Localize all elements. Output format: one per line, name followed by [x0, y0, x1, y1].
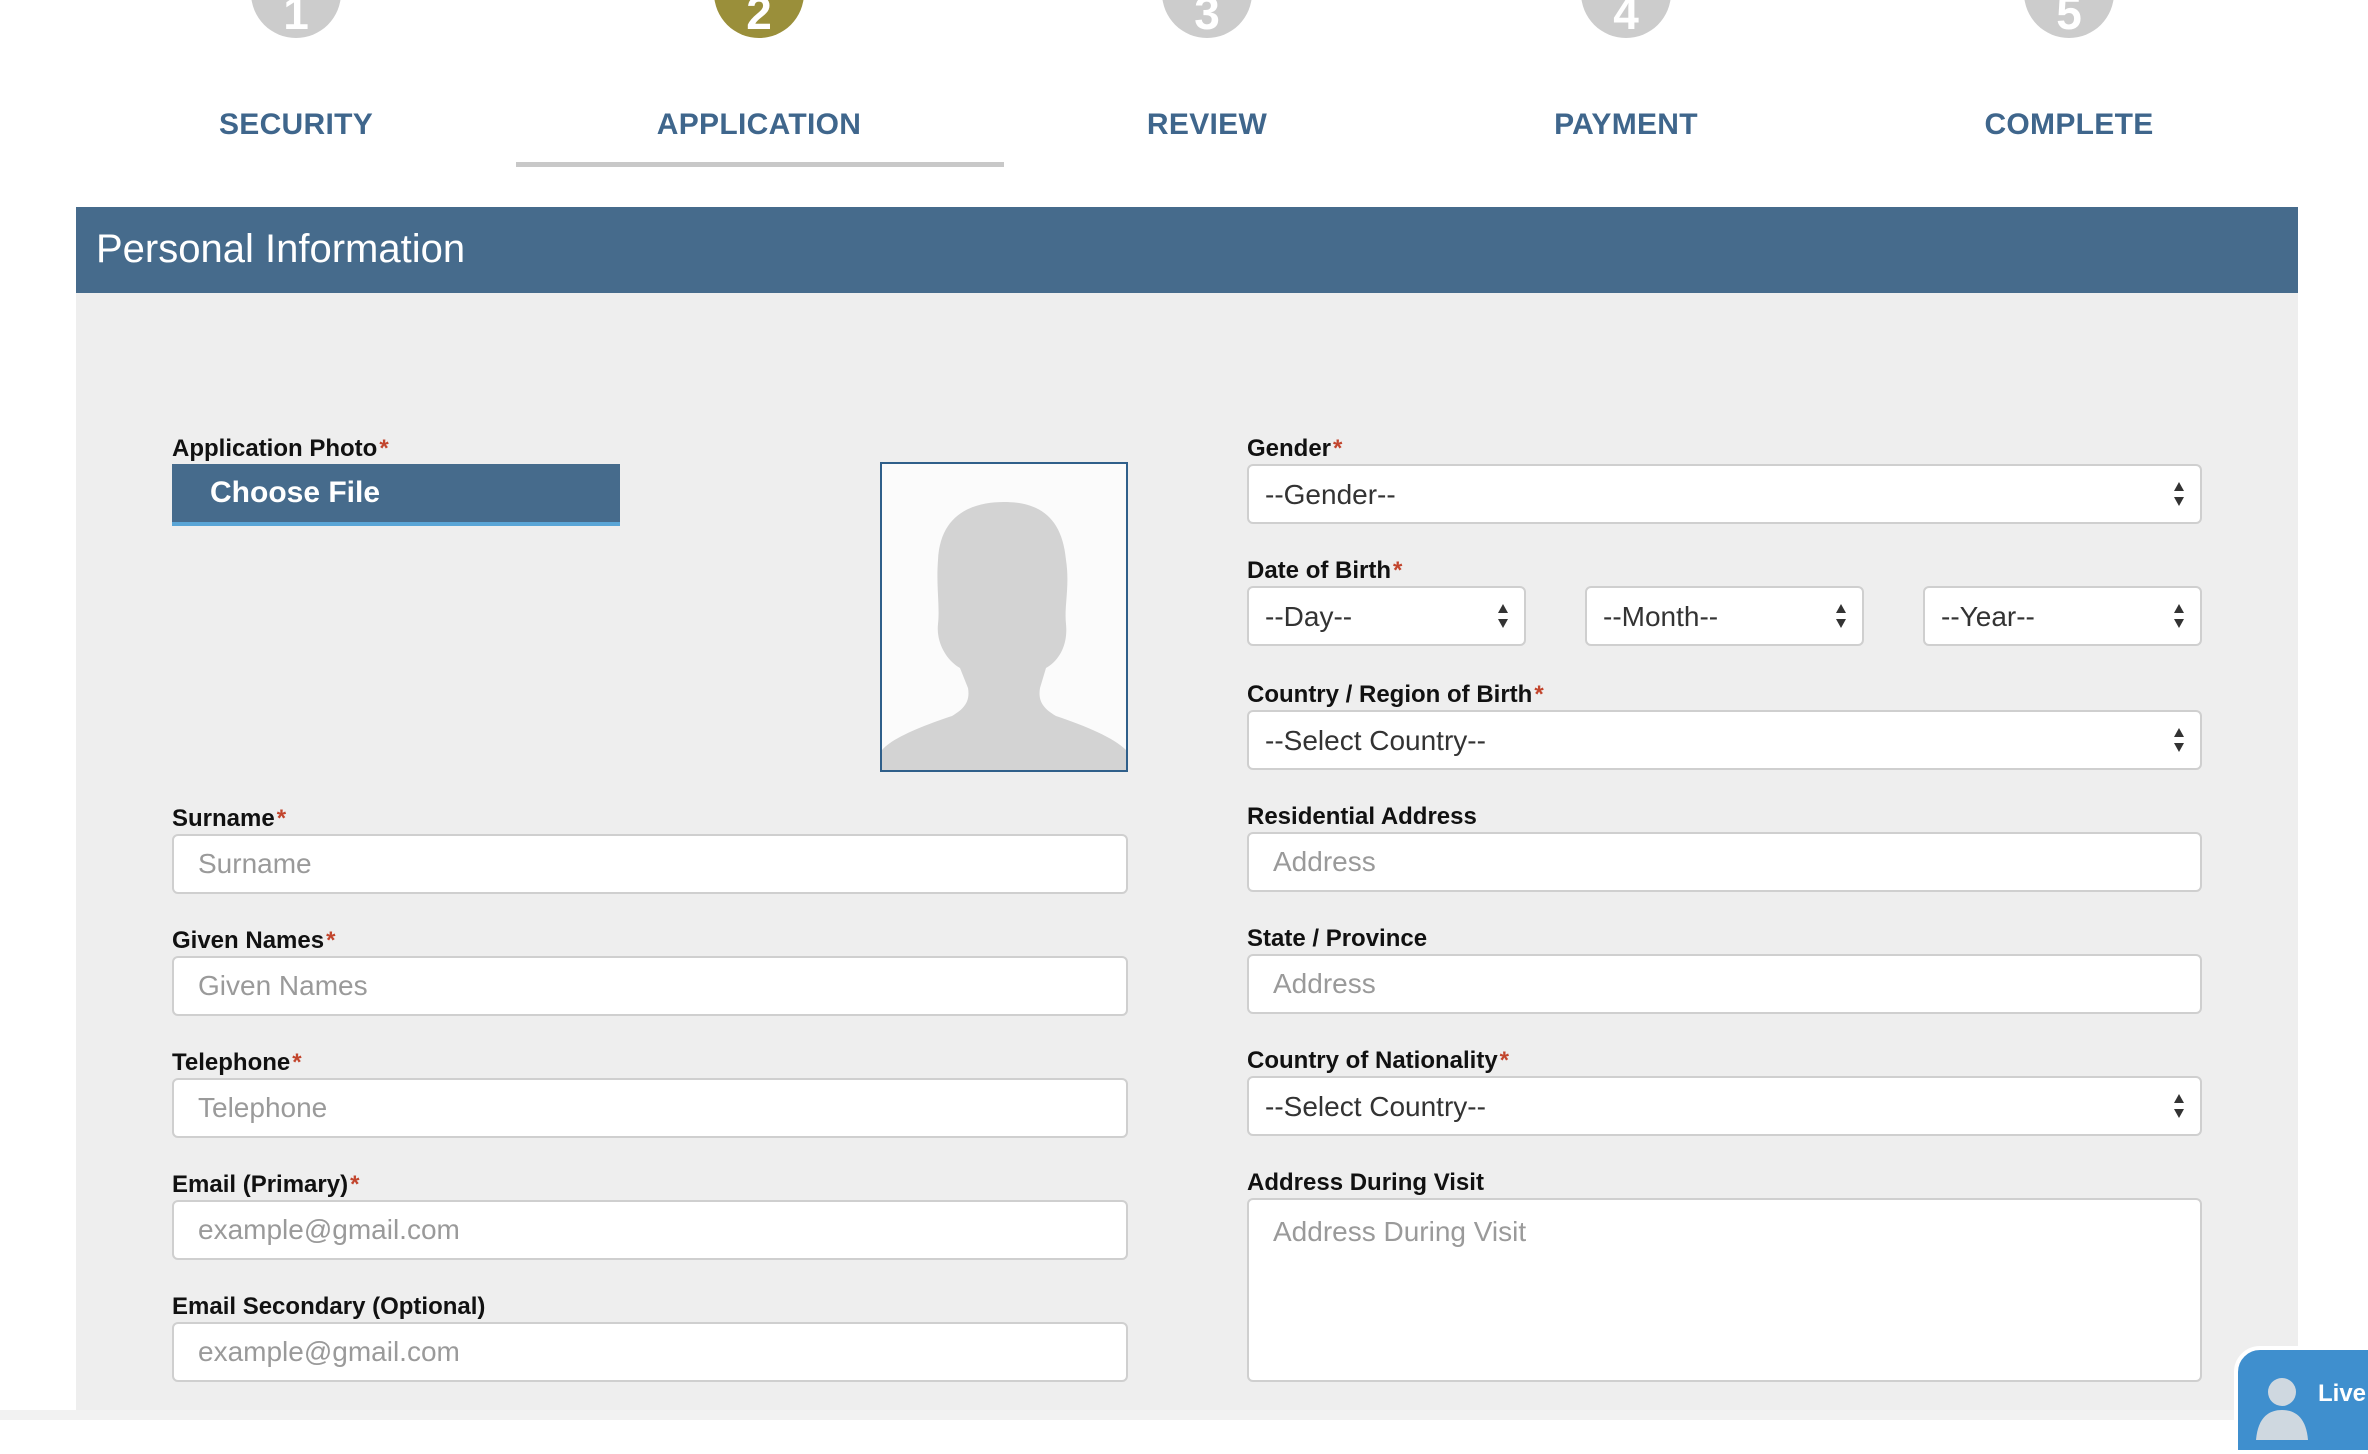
bottom-scroll-strip [0, 1410, 2368, 1420]
gender-label: Gender* [1247, 435, 1343, 462]
surname-field[interactable] [172, 834, 1128, 894]
select-arrows-icon [1836, 604, 1846, 628]
live-chat-label: Live [2318, 1380, 2367, 1407]
step-number-circle: 3 [1162, 0, 1252, 39]
address-visit-textarea[interactable] [1249, 1200, 2200, 1380]
step-number-circle: 1 [251, 0, 341, 39]
step-label: REVIEW [1146, 108, 1268, 141]
country-birth-select[interactable]: --Select Country-- [1247, 710, 2202, 770]
panel-header: Personal Information [76, 207, 2298, 293]
address-visit-field[interactable] [1247, 1198, 2202, 1382]
telephone-input[interactable] [174, 1080, 1126, 1136]
select-arrows-icon [2174, 728, 2184, 752]
email-secondary-field[interactable] [172, 1322, 1128, 1382]
dob-year-value: --Year-- [1941, 601, 2035, 632]
application-photo-label: Application Photo* [172, 435, 389, 462]
email-primary-input[interactable] [174, 1202, 1126, 1258]
required-marker: * [1333, 435, 1343, 462]
live-chat-button[interactable]: Live [2234, 1346, 2368, 1454]
gender-selected-value: --Gender-- [1265, 479, 1396, 510]
photo-preview [880, 462, 1128, 772]
telephone-field[interactable] [172, 1078, 1128, 1138]
required-marker: * [276, 805, 287, 832]
nationality-selected-value: --Select Country-- [1265, 1091, 1486, 1122]
residential-address-field[interactable] [1247, 832, 2202, 892]
panel-title: Personal Information [96, 227, 466, 271]
required-marker: * [350, 1171, 360, 1198]
given-names-field[interactable] [172, 956, 1128, 1016]
select-arrows-icon [1498, 604, 1508, 628]
dob-day-value: --Day-- [1265, 601, 1353, 632]
person-silhouette-icon [882, 502, 1126, 770]
dob-month-select[interactable]: --Month-- [1585, 586, 1864, 646]
country-birth-selected-value: --Select Country-- [1265, 725, 1486, 756]
given-names-label: Given Names* [172, 927, 336, 954]
required-marker: * [326, 927, 336, 954]
address-visit-label: Address During Visit [1247, 1169, 1484, 1196]
email-primary-label: Email (Primary)* [172, 1171, 360, 1198]
select-arrows-icon [2174, 604, 2184, 628]
required-marker: * [1393, 557, 1403, 584]
given-names-input[interactable] [174, 958, 1126, 1014]
select-arrows-icon [2174, 482, 2184, 506]
state-province-label: State / Province [1247, 925, 1428, 952]
step-label: APPLICATION [656, 108, 862, 141]
required-marker: * [1499, 1047, 1510, 1074]
state-province-input[interactable] [1249, 956, 2200, 1012]
required-marker: * [1534, 681, 1544, 708]
step-label: COMPLETE [1984, 108, 2154, 141]
chat-agent-icon [2256, 1378, 2308, 1440]
required-marker: * [379, 435, 389, 462]
telephone-label: Telephone* [172, 1049, 302, 1076]
nationality-label: Country of Nationality* [1247, 1047, 1510, 1074]
state-province-field[interactable] [1247, 954, 2202, 1014]
surname-input[interactable] [174, 836, 1126, 892]
nationality-select[interactable]: --Select Country-- [1247, 1076, 2202, 1136]
residential-address-label: Residential Address [1247, 803, 1477, 830]
step-label: SECURITY [218, 108, 374, 141]
dob-day-select[interactable]: --Day-- [1247, 586, 1526, 646]
select-arrows-icon [2174, 1094, 2184, 1118]
choose-file-button[interactable]: Choose File [172, 464, 620, 526]
surname-label: Surname* [172, 805, 287, 832]
step-label: PAYMENT [1554, 108, 1698, 141]
country-birth-label: Country / Region of Birth* [1247, 681, 1544, 708]
email-primary-field[interactable] [172, 1200, 1128, 1260]
dob-year-select[interactable]: --Year-- [1923, 586, 2202, 646]
step-number-circle: 5 [2024, 0, 2114, 39]
active-step-underline [516, 162, 1004, 167]
step-number-circle: 4 [1581, 0, 1671, 39]
step-number-circle: 2 [714, 0, 804, 39]
required-marker: * [292, 1049, 302, 1076]
gender-select[interactable]: --Gender-- [1247, 464, 2202, 524]
residential-address-input[interactable] [1249, 834, 2200, 890]
email-secondary-label: Email Secondary (Optional) [172, 1293, 486, 1320]
email-secondary-input[interactable] [174, 1324, 1126, 1380]
dob-month-value: --Month-- [1603, 601, 1719, 632]
date-of-birth-label: Date of Birth* [1247, 557, 1403, 584]
